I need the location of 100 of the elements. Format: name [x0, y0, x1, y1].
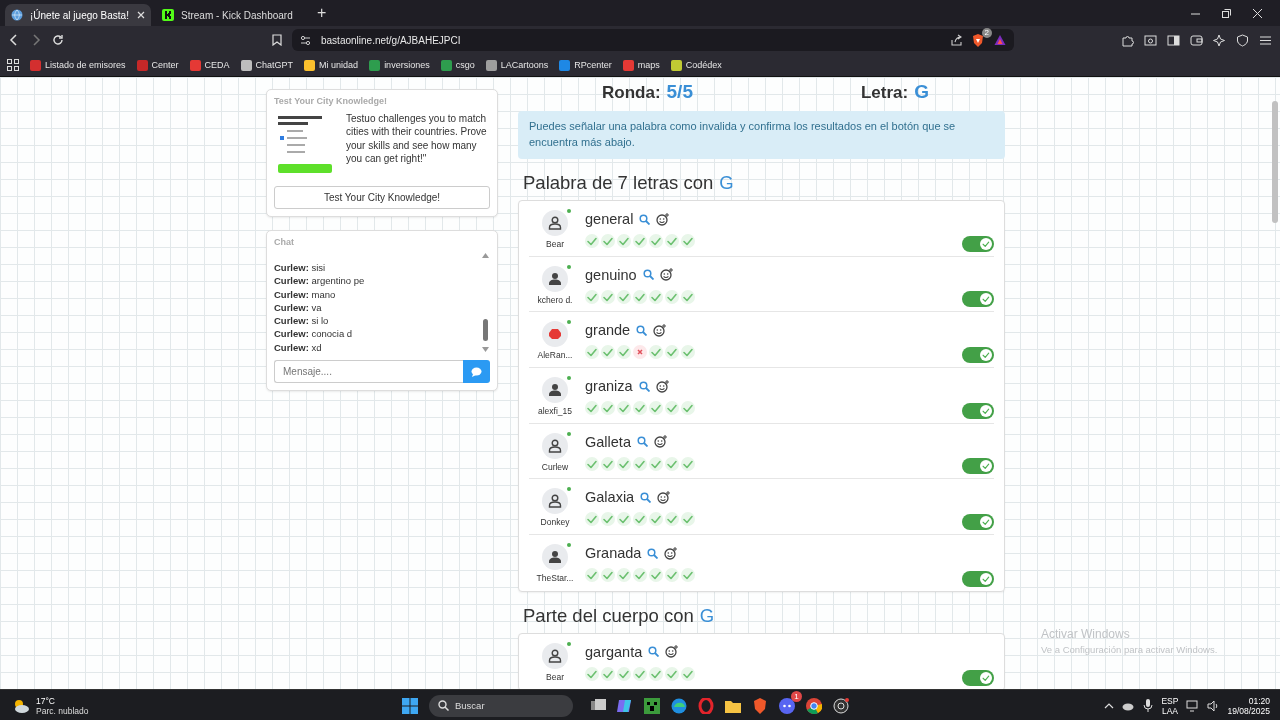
controller-face-icon[interactable]	[779, 697, 795, 714]
bookmark-item[interactable]: ChatGPT	[240, 59, 294, 71]
page-scrollbar[interactable]	[1272, 101, 1278, 223]
accept-toggle[interactable]	[962, 402, 994, 419]
answer-word: general	[585, 211, 634, 227]
search-icon[interactable]	[636, 324, 648, 336]
smiley-icon[interactable]	[664, 546, 678, 560]
microphone-icon[interactable]	[1143, 699, 1154, 712]
close-icon[interactable]	[1253, 8, 1262, 18]
speaker-icon[interactable]	[1207, 699, 1220, 712]
smiley-icon[interactable]	[657, 490, 671, 504]
forward-icon[interactable]	[30, 34, 42, 46]
smiley-icon[interactable]	[659, 268, 673, 282]
check-icon	[981, 461, 991, 472]
section-letter: G	[699, 604, 715, 627]
aperture-icon[interactable]	[833, 697, 849, 714]
windows-logo-icon[interactable]	[402, 697, 418, 714]
accept-toggle[interactable]	[962, 514, 994, 531]
search-icon[interactable]	[639, 213, 651, 225]
bookmark-item[interactable]: csgo	[440, 59, 475, 71]
search-icon[interactable]	[642, 269, 654, 281]
wave-logo-icon[interactable]	[671, 697, 687, 714]
triangle-icon[interactable]	[994, 34, 1006, 46]
scroll-down-icon[interactable]	[481, 347, 489, 353]
smiley-icon[interactable]	[665, 645, 679, 659]
search-icon[interactable]	[648, 646, 660, 658]
menu-icon[interactable]	[1259, 33, 1272, 47]
bookmark-item[interactable]: Mi unidad	[304, 59, 359, 71]
wallet-icon[interactable]	[1190, 33, 1203, 47]
bookmark-item[interactable]: inversiones	[369, 59, 430, 71]
ad-button[interactable]: Test Your City Knowledge!	[274, 186, 490, 209]
bookmark-icon[interactable]	[272, 34, 282, 46]
bookmark-item[interactable]: Listado de emisores	[30, 59, 126, 71]
address-bar[interactable]: bastaonline.net/g/AJBAHEJPCI 2	[292, 29, 1014, 51]
reload-icon[interactable]	[52, 34, 64, 46]
search-icon[interactable]	[636, 436, 648, 448]
accept-toggle[interactable]	[962, 570, 994, 587]
search-icon	[438, 700, 449, 711]
shield-icon[interactable]	[1236, 33, 1249, 47]
lion-shield-icon[interactable]	[972, 33, 984, 47]
smiley-icon[interactable]	[655, 379, 669, 393]
keyboard-language[interactable]: ESP	[1161, 695, 1179, 706]
clock-date[interactable]: 19/08/2025	[1227, 705, 1270, 716]
sidebar-icon[interactable]	[1167, 33, 1180, 47]
chrome-logo-icon[interactable]	[806, 697, 822, 714]
chat-message: Curlew: xd	[274, 340, 323, 355]
player-name: AleRan...	[537, 350, 573, 361]
new-tab-button[interactable]: +	[313, 4, 331, 22]
letter-label: Letra:	[860, 83, 909, 103]
clock-time[interactable]: 01:20	[1227, 695, 1270, 706]
keyboard-layout[interactable]: LAA	[1161, 705, 1179, 716]
apps-grid-icon[interactable]	[7, 59, 19, 71]
search-icon[interactable]	[638, 380, 650, 392]
smiley-icon[interactable]	[656, 212, 670, 226]
puzzle-icon[interactable]	[1121, 33, 1134, 47]
message-field[interactable]: Mensaje....	[274, 360, 463, 384]
back-icon[interactable]	[8, 34, 20, 46]
smiley-icon[interactable]	[653, 435, 667, 449]
accept-toggle[interactable]	[962, 291, 994, 308]
bookmark-item[interactable]: maps	[622, 59, 660, 71]
accept-toggle[interactable]	[962, 235, 994, 252]
person-icon	[548, 271, 562, 286]
close-icon[interactable]	[137, 11, 145, 19]
round-label: Ronda:	[602, 83, 661, 103]
ad-description: Testuo challenges you to match cities with their countries. Prove your skills and see how many you can get right!"	[346, 112, 488, 166]
browser-tab[interactable]: ¡Únete al juego Basta!	[5, 4, 151, 26]
weather-icon[interactable]	[12, 697, 30, 714]
ad-title: Test Your City Knowledge!	[274, 96, 388, 106]
colorful-logo-icon[interactable]	[617, 697, 633, 714]
letter-value: G	[914, 81, 929, 103]
bookmark-item[interactable]: Codédex	[670, 59, 722, 71]
bookmark-item[interactable]: LACartoons	[485, 59, 549, 71]
accept-toggle[interactable]	[962, 458, 994, 475]
bookmark-item[interactable]: CEDA	[189, 59, 230, 71]
chat-message: Curlew: conocia d	[274, 327, 354, 341]
restore-icon[interactable]	[1222, 8, 1231, 18]
scroll-up-icon[interactable]	[481, 253, 489, 258]
sliders-icon[interactable]	[300, 34, 311, 46]
send-button[interactable]	[463, 360, 490, 384]
chat-message: Curlew: mano	[274, 287, 337, 301]
ring-logo-icon[interactable]	[698, 697, 714, 714]
search-placeholder: Buscar	[455, 700, 485, 711]
bookmark-item[interactable]: RPcenter	[559, 59, 612, 71]
person-icon	[548, 494, 562, 509]
smiley-icon[interactable]	[653, 323, 667, 337]
chat-message: Curlew: sisi	[274, 261, 327, 275]
bookmark-item[interactable]: Center	[136, 59, 179, 71]
browser-tab[interactable]: Stream - Kick Dashboard	[156, 4, 302, 26]
accept-toggle[interactable]	[962, 669, 994, 686]
sparkle-icon[interactable]	[1213, 33, 1226, 47]
search-icon[interactable]	[647, 547, 659, 559]
accept-toggle[interactable]	[962, 347, 994, 364]
taskbar-search[interactable]: Buscar	[429, 694, 573, 717]
player-name: Bear	[546, 239, 564, 249]
creeper-icon[interactable]	[644, 697, 660, 714]
search-icon[interactable]	[640, 491, 652, 503]
share-icon[interactable]	[950, 34, 962, 46]
network-icon[interactable]	[1186, 699, 1200, 712]
screenshot-icon[interactable]	[1144, 33, 1157, 47]
scroll-thumb[interactable]	[482, 318, 488, 341]
